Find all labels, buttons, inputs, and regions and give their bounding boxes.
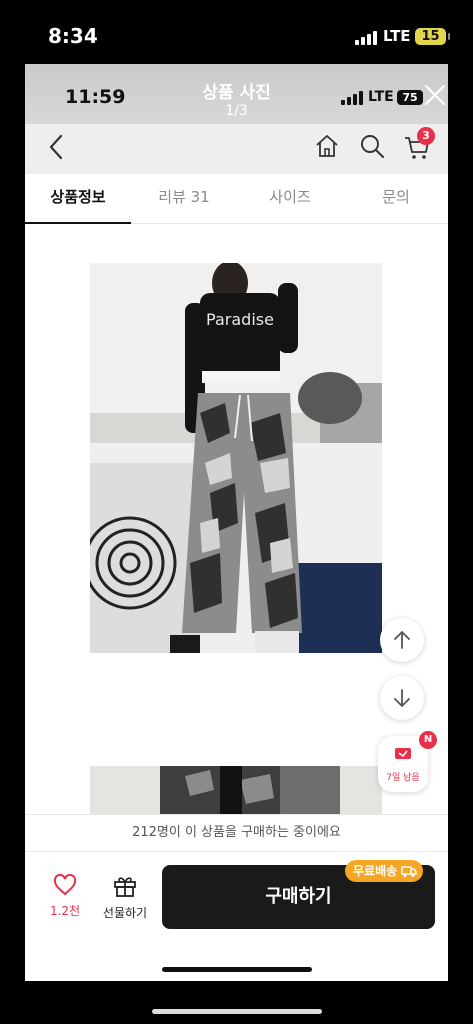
heart-icon (53, 873, 77, 896)
outer-status-bar: 8:34 LTE 15 (0, 0, 473, 64)
tab-size[interactable]: 사이즈 (237, 174, 343, 224)
outer-network-label: LTE (383, 27, 411, 45)
inner-home-indicator (162, 967, 312, 972)
outer-signal-icon (355, 31, 377, 45)
shirt-print-text: Paradise (206, 310, 274, 329)
app-screen: 11:59 상품 사진 1/3 LTE 75 3 상품정보 리뷰 31 사이즈 … (25, 64, 448, 981)
top-nav-bar: 3 (25, 124, 448, 174)
outer-battery-icon: 15 (415, 28, 450, 45)
cart-count-badge: 3 (417, 127, 435, 145)
outer-home-indicator[interactable] (152, 1009, 322, 1014)
new-badge: N (419, 731, 437, 749)
tab-product-info[interactable]: 상품정보 (25, 174, 131, 224)
close-icon[interactable] (423, 83, 447, 107)
arrow-up-icon (394, 631, 410, 649)
gift-button[interactable]: 선물하기 (97, 874, 153, 924)
outer-clock: 8:34 (48, 24, 98, 48)
buyer-count-notice: 212명이 이 상품을 구매하는 중이에요 (25, 814, 448, 852)
tab-reviews[interactable]: 리뷰 31 (131, 174, 237, 224)
free-shipping-badge: 무료배송 (345, 860, 424, 882)
like-button[interactable]: 1.2천 (43, 873, 87, 924)
photo-counter: 1/3 (225, 103, 248, 119)
product-photo-secondary (90, 766, 382, 814)
truck-icon (401, 866, 417, 877)
search-icon[interactable] (359, 133, 385, 159)
purchase-bar: 1.2천 선물하기 구매하기 무료배송 (25, 852, 448, 981)
gift-label: 선물하기 (102, 906, 148, 920)
arrow-down-icon (394, 689, 410, 707)
free-shipping-label: 무료배송 (353, 864, 398, 878)
like-count: 1.2천 (49, 904, 81, 918)
photo-viewer-header: 11:59 상품 사진 1/3 LTE 75 (25, 64, 448, 124)
coupon-label: 7일 남음 (386, 773, 420, 783)
product-detail-content: Paradise 7일 남음 N (25, 224, 448, 814)
gift-icon (114, 877, 136, 897)
inner-signal-icon (341, 91, 363, 105)
product-tabs: 상품정보 리뷰 31 사이즈 문의 (25, 174, 448, 224)
inner-network-label: LTE (368, 89, 394, 105)
back-icon[interactable] (45, 132, 69, 162)
inner-battery-icon: 75 (397, 90, 423, 105)
tab-inquiry[interactable]: 문의 (343, 174, 448, 224)
home-icon[interactable] (314, 133, 340, 159)
product-photo: Paradise (90, 263, 382, 653)
scroll-up-button[interactable] (380, 618, 424, 662)
scroll-down-button[interactable] (380, 676, 424, 720)
